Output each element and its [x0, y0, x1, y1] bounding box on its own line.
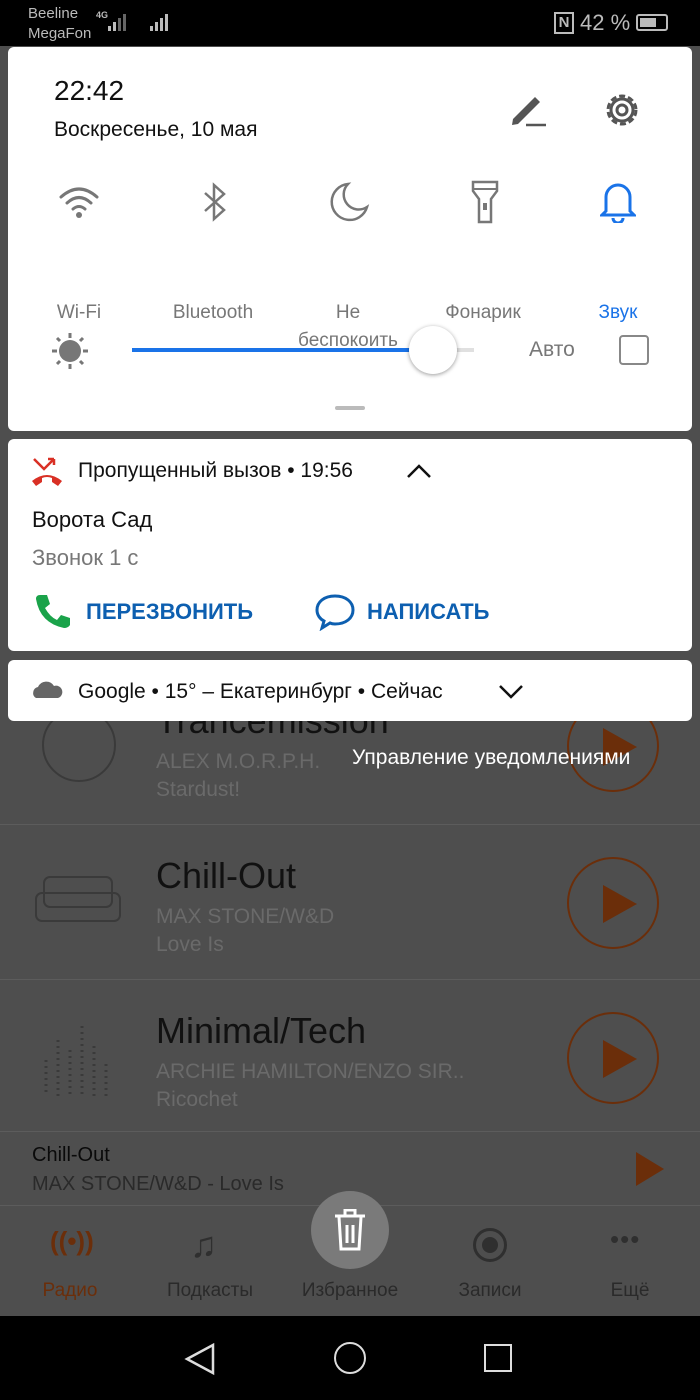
phone-icon — [36, 595, 70, 628]
missed-call-icon — [32, 457, 62, 486]
cloud-icon — [33, 681, 63, 698]
caller-name: Ворота Сад — [32, 507, 153, 532]
moon-icon[interactable] — [328, 181, 370, 223]
manage-notifications-link[interactable]: Управление уведомлениями — [352, 746, 630, 770]
call-back-label: ПЕРЕЗВОНИТЬ — [86, 599, 254, 624]
chevron-down-icon[interactable] — [498, 684, 524, 700]
auto-brightness-label: Авто — [529, 338, 575, 361]
status-bar: Beeline MegaFon 4G N 42 % — [0, 0, 700, 46]
mini-player-subtitle: MAX STONE/W&D - Love Is — [32, 1173, 284, 1195]
gear-icon[interactable] — [601, 89, 643, 131]
play-button[interactable] — [567, 1012, 659, 1104]
more-icon: ••• — [610, 1224, 641, 1254]
station-track: Ricochet — [156, 1088, 238, 1111]
play-icon[interactable] — [636, 1152, 664, 1186]
station-row[interactable]: Chill-Out MAX STONE/W&D Love Is — [0, 825, 700, 980]
chat-bubble-icon — [315, 594, 355, 631]
edit-icon[interactable] — [508, 89, 548, 129]
brightness-slider[interactable] — [132, 326, 474, 374]
station-track: Stardust! — [156, 778, 241, 801]
call-detail: Звонок 1 с — [32, 545, 139, 570]
music-note-icon: ♫ — [190, 1224, 217, 1265]
battery-icon — [636, 14, 668, 31]
battery-percent: 42 % — [580, 10, 631, 35]
brightness-slider-fill — [132, 348, 433, 352]
station-row[interactable]: Minimal/Tech ARCHIE HAMILTON/ENZO SIR.. … — [0, 980, 700, 1132]
radio-icon: ((•)) — [50, 1226, 94, 1256]
clock: 22:42 — [54, 75, 125, 106]
nav-records[interactable]: Записи — [420, 1280, 560, 1302]
wifi-label: Wi-Fi — [56, 302, 102, 323]
record-icon — [473, 1228, 507, 1262]
home-icon[interactable] — [334, 1342, 366, 1374]
trash-icon — [335, 1209, 365, 1251]
auto-brightness-checkbox[interactable] — [619, 335, 649, 365]
weather-text: Google • 15° – Екатеринбург • Сейчас — [78, 680, 443, 703]
nfc-icon: N — [554, 12, 574, 34]
back-icon[interactable] — [183, 1342, 217, 1376]
bell-icon[interactable] — [600, 179, 636, 223]
bluetooth-label: Bluetooth — [172, 302, 254, 323]
clear-notifications-button[interactable] — [311, 1191, 389, 1269]
station-track: Love Is — [156, 933, 224, 956]
equalizer-icon — [44, 1026, 108, 1096]
play-button[interactable] — [567, 857, 659, 949]
nav-favorites[interactable]: Избранное — [280, 1280, 420, 1302]
message-label: НАПИСАТЬ — [367, 599, 490, 624]
date: Воскресенье, 10 мая — [54, 118, 258, 141]
message-button[interactable]: НАПИСАТЬ — [314, 591, 514, 631]
station-artist: ALEX M.O.R.P.H. — [156, 750, 321, 773]
sofa-icon — [35, 876, 121, 922]
station-title: Minimal/Tech — [156, 1010, 367, 1051]
notification-header: Пропущенный вызов • 19:56 — [78, 459, 353, 482]
dnd-label: Не беспокоить — [298, 302, 398, 351]
nav-podcasts[interactable]: Подкасты — [140, 1280, 280, 1302]
quick-settings-panel: 22:42 Воскресенье, 10 мая Wi-Fi Bluetoot… — [8, 47, 692, 431]
recents-icon[interactable] — [484, 1344, 512, 1372]
carrier-1: Beeline — [28, 5, 79, 22]
signal-icon — [108, 14, 168, 31]
brightness-slider-thumb[interactable] — [408, 326, 457, 374]
wifi-icon[interactable] — [58, 183, 100, 221]
carrier-2: MegaFon — [28, 25, 92, 42]
missed-call-notification[interactable]: Пропущенный вызов • 19:56 Ворота Сад Зво… — [8, 439, 692, 651]
station-artist: MAX STONE/W&D — [156, 905, 335, 928]
nav-more[interactable]: Ещё — [560, 1280, 700, 1302]
bluetooth-icon[interactable] — [200, 181, 230, 223]
mini-player-title: Chill-Out — [32, 1144, 110, 1166]
nav-radio[interactable]: Радио — [0, 1280, 140, 1302]
station-artist: ARCHIE HAMILTON/ENZO SIR.. — [156, 1060, 465, 1083]
station-title: Chill-Out — [156, 855, 297, 896]
sound-label: Звук — [598, 302, 638, 323]
system-nav-bar — [0, 1316, 700, 1400]
chevron-up-icon[interactable] — [406, 463, 432, 479]
drag-handle[interactable] — [335, 406, 365, 410]
brightness-icon — [52, 333, 88, 369]
flashlight-icon[interactable] — [470, 179, 500, 225]
flashlight-label: Фонарик — [445, 302, 521, 323]
weather-notification[interactable]: Google • 15° – Екатеринбург • Сейчас — [8, 660, 692, 721]
